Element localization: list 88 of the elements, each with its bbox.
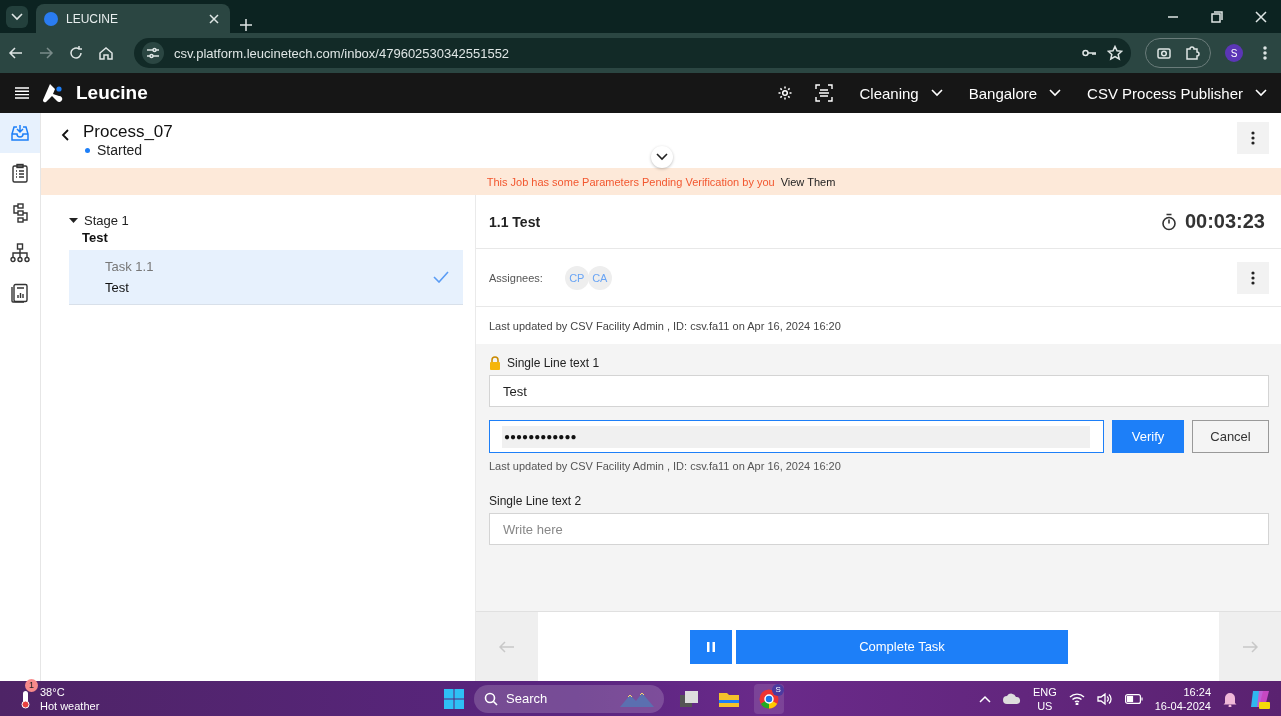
windows-icon (680, 690, 699, 707)
clipboard-icon (10, 163, 30, 183)
camera-icon[interactable] (1156, 45, 1172, 61)
text-field[interactable]: Write here (489, 513, 1269, 545)
wifi-icon[interactable] (1068, 692, 1085, 705)
task-title: 1.1 Test (489, 213, 542, 230)
verify-button[interactable]: Verify (1112, 420, 1184, 453)
profile-badge: S (772, 683, 785, 696)
arrow-right-icon (1242, 640, 1258, 653)
text-field[interactable]: Test (489, 375, 1269, 407)
report-icon (10, 283, 30, 303)
site-favicon-icon (44, 11, 58, 26)
bell-icon[interactable] (1223, 690, 1237, 707)
taskbar-search[interactable]: Search (474, 684, 665, 713)
chevron-up-icon[interactable] (978, 694, 991, 703)
site-settings-icon[interactable] (145, 45, 161, 61)
browser-app-button[interactable]: S (754, 683, 785, 714)
cloud-icon[interactable] (1002, 693, 1021, 704)
last-updated-text: Last updated by CSV Facility Admin , ID: csv.fa11 on Apr 16, 2024 16:20 (489, 460, 842, 472)
task-item[interactable]: Task 1.1 Test (69, 250, 463, 305)
chevron-down-icon (11, 13, 23, 21)
address-bar[interactable]: csv.platform.leucinetech.com/inbox/479602530342551552 (134, 38, 1131, 68)
task-name: Test (105, 280, 130, 295)
last-updated-text: Last updated by CSV Facility Admin , ID: csv.fa11 on Apr 16, 2024 16:20 (476, 307, 1281, 344)
tab-list-button[interactable] (6, 6, 28, 28)
flow-icon (10, 203, 30, 223)
search-icon (484, 691, 499, 706)
stopwatch-icon (1160, 212, 1177, 231)
back-icon[interactable] (8, 45, 24, 61)
task-timer: 00:03:23 (1184, 210, 1265, 233)
browser-tab[interactable]: LEUCINE (36, 4, 230, 33)
task-label: Task 1.1 (105, 259, 154, 274)
password-field[interactable]: ●●●●●●●●●●●● (489, 420, 1104, 453)
mountain-icon (620, 690, 655, 707)
caret-down-icon[interactable] (69, 216, 78, 225)
temperature-text: 38°C (40, 684, 65, 699)
more-icon (1251, 131, 1255, 145)
job-status: Started (97, 142, 143, 158)
folder-icon (719, 690, 740, 707)
context-dropdown[interactable]: CSV Process Publisher (1087, 84, 1267, 102)
weather-text: Hot weather (40, 698, 100, 713)
more-icon (1251, 270, 1255, 285)
context-dropdown[interactable]: Cleaning (859, 84, 943, 102)
start-icon[interactable] (444, 688, 465, 709)
brand-name: Leucine (76, 82, 148, 104)
assignees-label: Assignees: (489, 271, 543, 284)
thermometer-icon (18, 688, 32, 709)
banner-message: This Job has some Parameters Pending Verification by you (486, 175, 775, 188)
browser-icon (759, 688, 780, 709)
system-clock[interactable]: 16:24 16-04-2024 (1154, 684, 1211, 713)
context-dropdown[interactable]: Bangalore (968, 84, 1062, 102)
job-title: Process_07 (83, 122, 173, 142)
settings-icon[interactable] (777, 85, 794, 101)
view-link[interactable]: View Them (780, 175, 836, 188)
parameter-label: Single Line text 2 (489, 494, 582, 508)
arrow-left-icon (499, 640, 515, 653)
parameter-label: Single Line text 1 (507, 356, 600, 370)
volume-icon[interactable] (1096, 691, 1113, 706)
home-icon[interactable] (98, 45, 114, 61)
stage-label: Stage 1 (84, 213, 129, 228)
profile-avatar[interactable]: S (1225, 44, 1243, 62)
pause-icon (707, 641, 715, 652)
cancel-button[interactable]: Cancel (1192, 420, 1269, 453)
hierarchy-icon (10, 243, 30, 263)
menu-icon[interactable] (14, 86, 30, 100)
chevron-down-icon (1049, 89, 1062, 97)
logo-icon (42, 83, 64, 103)
new-tab-icon[interactable] (238, 17, 254, 33)
close-icon[interactable] (1253, 9, 1269, 25)
reload-icon[interactable] (68, 45, 84, 61)
scan-icon[interactable] (815, 84, 834, 102)
language-indicator[interactable]: ENG US (1032, 684, 1057, 713)
more-options-button[interactable] (1237, 261, 1269, 294)
puzzle-icon[interactable] (1184, 45, 1200, 61)
collapse-button[interactable] (651, 146, 673, 168)
chevron-down-icon (930, 89, 943, 97)
restore-icon[interactable] (1209, 9, 1225, 25)
complete-task-button[interactable]: Complete Task (736, 629, 1068, 664)
inbox-icon (10, 123, 30, 143)
forward-icon[interactable] (38, 45, 54, 61)
stage-name: Test (82, 230, 109, 245)
chevron-down-icon (656, 153, 668, 161)
status-dot (85, 147, 90, 153)
star-icon[interactable] (1107, 45, 1123, 61)
chevron-down-icon (1255, 89, 1267, 97)
battery-icon[interactable] (1124, 693, 1143, 704)
back-icon[interactable] (61, 129, 69, 141)
pause-button[interactable] (690, 629, 732, 664)
